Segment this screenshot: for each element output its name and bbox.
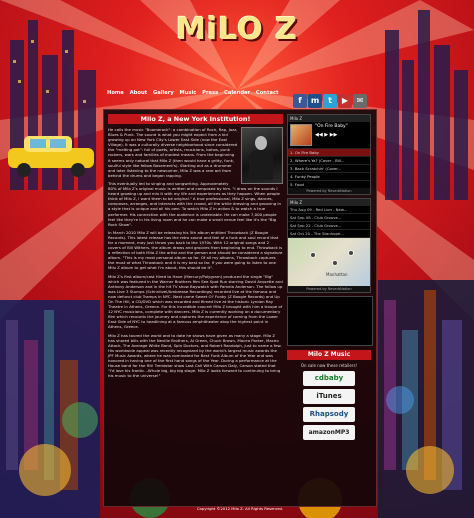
social-links: f m t ▶ ✉	[292, 88, 367, 108]
article-body: He calls the music "Boomerock": a combin…	[108, 127, 283, 378]
music-heading: Milo Z Music	[287, 350, 371, 360]
player-title-bar: Milo Z	[288, 115, 370, 122]
map-pin-icon[interactable]	[332, 260, 338, 266]
itunes-button[interactable]: iTunes	[303, 389, 355, 404]
article-paragraph: In March 2010 Milo Z will be releasing h…	[108, 229, 283, 271]
map-pin-icon[interactable]	[348, 250, 354, 256]
event-row[interactable]: Sat Sep 22 - Club Groove...	[288, 222, 370, 230]
page-title: Milo Z, a New York Institution!	[108, 114, 283, 124]
track-item[interactable]: 3. Back Scratchin' (Cover...	[288, 164, 370, 172]
nav-contact[interactable]: Contact	[256, 90, 279, 96]
track-item[interactable]: 4. Funky People	[288, 172, 370, 180]
cdbaby-button[interactable]: cdbaby	[303, 371, 355, 386]
map-pin-icon[interactable]	[310, 252, 316, 258]
nav-gallery[interactable]: Gallery	[153, 90, 174, 96]
facebook-icon[interactable]: f	[293, 94, 307, 108]
album-title: "On Fire Baby"	[315, 124, 348, 129]
track-item[interactable]: 5. Food	[288, 180, 370, 188]
nav-press[interactable]: Press	[202, 90, 218, 96]
twitter-icon[interactable]: t	[323, 94, 337, 108]
nav-about[interactable]: About	[130, 90, 147, 96]
music-player-widget: Milo Z "On Fire Baby" ◀◀ ▶ ▶▶ 1. On Fire…	[287, 114, 371, 195]
logo-text: MiLO Z	[176, 12, 298, 47]
music-subtitle: On sale now these retailers!	[300, 363, 358, 368]
track-item[interactable]: 1. On Fire Baby	[288, 148, 370, 156]
myspace-icon[interactable]: m	[308, 94, 322, 108]
content-panel: Milo Z, a New York Institution! He calls…	[103, 109, 377, 507]
nav-calendar[interactable]: Calendar	[224, 90, 250, 96]
article-paragraph: This eventually led to singing and songw…	[108, 180, 281, 227]
email-icon[interactable]: ✉	[353, 94, 367, 108]
event-row[interactable]: Sat Sep 08 - Club Groove...	[288, 214, 370, 222]
events-title-bar: Milo Z	[288, 199, 370, 206]
sidebar: Milo Z "On Fire Baby" ◀◀ ▶ ▶▶ 1. On Fire…	[287, 114, 373, 443]
map-label: Manhattan	[326, 272, 348, 277]
event-row[interactable]: Sat Oct 20 - The Stanhope...	[288, 230, 370, 238]
player-footer[interactable]: Powered by ReverbNation	[288, 188, 370, 194]
article-paragraph: Milo Z's first album/cast Hired to Have …	[108, 273, 283, 330]
youtube-icon[interactable]: ▶	[338, 94, 352, 108]
event-row[interactable]: Thu Aug 09 - Red Lion - New...	[288, 206, 370, 214]
events-map[interactable]: Manhattan	[288, 238, 370, 286]
rhapsody-button[interactable]: Rhapsody	[303, 407, 355, 422]
main-column: Milo Z, a New York Institution! He calls…	[108, 114, 283, 381]
amazon-mp3-button[interactable]: amazonMP3	[303, 425, 355, 440]
track-item[interactable]: 2. Where's Ya? (Cover - Bill...	[288, 156, 370, 164]
events-widget: Milo Z Thu Aug 09 - Red Lion - New... Sa…	[287, 198, 371, 293]
site-logo[interactable]: MiLO Z	[175, 12, 299, 74]
nav-home[interactable]: Home	[107, 90, 124, 96]
track-list: 1. On Fire Baby 2. Where's Ya? (Cover - …	[288, 148, 370, 188]
player-controls[interactable]: ◀◀ ▶ ▶▶	[315, 132, 348, 138]
artist-photo	[241, 127, 283, 184]
nav-music[interactable]: Music	[180, 90, 197, 96]
copyright-text: Copyright ©2012 Milo Z. All Rights Reser…	[196, 506, 284, 511]
video-embed[interactable]	[287, 296, 373, 346]
article-paragraph: Milo Z has toured the world and to date …	[108, 332, 282, 379]
album-cover	[290, 124, 312, 146]
events-footer[interactable]: Powered by ReverbNation	[288, 286, 370, 292]
